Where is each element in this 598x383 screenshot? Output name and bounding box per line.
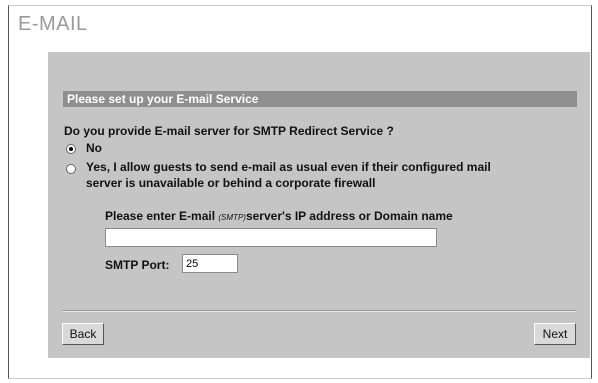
radio-yes[interactable]	[66, 164, 76, 174]
content-frame: E-MAIL Please set up your E-mail Service…	[8, 5, 592, 379]
section-header: Please set up your E-mail Service	[63, 91, 577, 107]
option-no-label: No	[86, 141, 102, 155]
server-prompt-prefix: Please enter E-mail	[105, 209, 219, 223]
smtp-port-label: SMTP Port:	[105, 258, 170, 272]
server-prompt-tag: (SMTP)	[218, 213, 246, 222]
smtp-question: Do you provide E-mail server for SMTP Re…	[64, 124, 394, 138]
server-prompt-suffix: server's IP address or Domain name	[245, 209, 453, 223]
option-yes-label-line1: Yes, I allow guests to send e-mail as us…	[86, 160, 491, 174]
smtp-port-input[interactable]	[182, 254, 238, 273]
server-prompt: Please enter E-mail (SMTP)server's IP ad…	[105, 209, 453, 223]
option-yes-label-line2: server is unavailable or behind a corpor…	[86, 176, 376, 190]
page-title: E-MAIL	[18, 13, 88, 35]
next-button[interactable]: Next	[534, 323, 576, 345]
back-button[interactable]: Back	[62, 323, 104, 345]
smtp-server-input[interactable]	[105, 228, 437, 247]
setup-panel: Please set up your E-mail Service Do you…	[48, 52, 590, 358]
radio-no[interactable]	[66, 144, 76, 154]
divider	[62, 310, 576, 312]
